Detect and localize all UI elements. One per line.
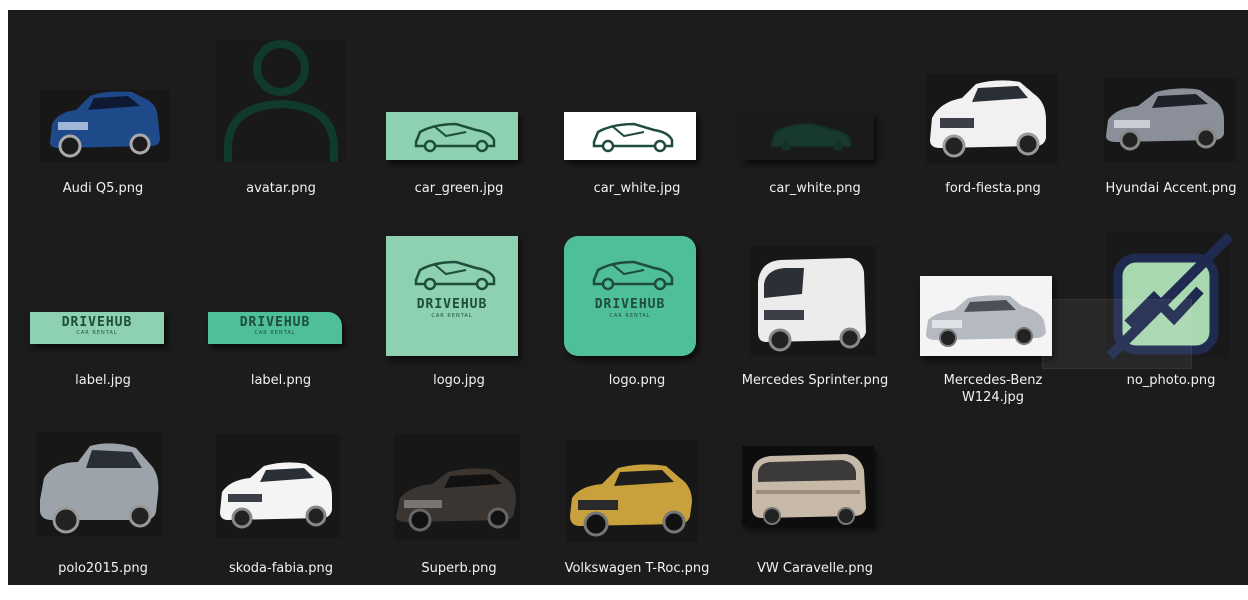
file-name: label.png [250, 373, 312, 388]
file-name: Audi Q5.png [62, 181, 144, 196]
white-hatchback-image [206, 420, 356, 552]
grey-sedan-image [1096, 40, 1246, 172]
file-name: car_white.jpg [593, 181, 681, 196]
file-item-polo2015[interactable]: polo2015.png [28, 420, 178, 600]
minivan-image [740, 420, 890, 552]
file-item-label-jpg[interactable]: DRIVEHUB CAR RENTAL label.jpg [28, 232, 178, 412]
file-item-vw-t-roc[interactable]: Volkswagen T-Roc.png [562, 420, 712, 600]
file-name: Hyundai Accent.png [1105, 181, 1237, 196]
file-item-car-white-jpg[interactable]: car_white.jpg [562, 40, 712, 220]
file-item-avatar[interactable]: avatar.png [206, 40, 356, 220]
file-name: skoda-fabia.png [229, 561, 333, 576]
silver-hatchback-image [28, 420, 178, 552]
tagline-text: CAR RENTAL [609, 313, 651, 319]
file-item-vw-caravelle[interactable]: VW Caravelle.png [740, 420, 890, 600]
tagline-text: CAR RENTAL [76, 330, 118, 336]
file-name: Mercedes-Benz W124.jpg [943, 373, 1043, 405]
file-item-superb[interactable]: Superb.png [384, 420, 534, 600]
drivehub-label-image: DRIVEHUB CAR RENTAL [206, 232, 356, 364]
file-item-logo-png[interactable]: DRIVEHUB CAR RENTAL logo.png [562, 232, 712, 412]
file-name: VW Caravelle.png [756, 561, 874, 576]
file-name: no_photo.png [1126, 373, 1216, 388]
file-item-label-png[interactable]: DRIVEHUB CAR RENTAL label.png [206, 232, 356, 412]
file-item-hyundai-accent[interactable]: Hyundai Accent.png [1096, 40, 1246, 220]
dark-sedan-image [384, 420, 534, 552]
file-name: car_green.jpg [414, 181, 504, 196]
car-outline-green-image [384, 40, 534, 172]
file-item-audi-q5[interactable]: Audi Q5.png [28, 40, 178, 220]
file-item-skoda-fabia[interactable]: skoda-fabia.png [206, 420, 356, 600]
blue-suv-image [28, 40, 178, 172]
yellow-suv-image [562, 420, 712, 552]
file-name: Superb.png [421, 561, 497, 576]
file-item-car-green[interactable]: car_green.jpg [384, 40, 534, 220]
file-explorer-pane: Audi Q5.png avatar.png car_green.jpg car… [8, 10, 1248, 585]
file-name: logo.jpg [433, 373, 485, 388]
file-name: polo2015.png [58, 561, 148, 576]
person-avatar-icon [206, 40, 356, 172]
file-name: label.jpg [75, 373, 131, 388]
file-name: avatar.png [246, 181, 316, 196]
file-item-car-white-png[interactable]: car_white.png [740, 40, 890, 220]
file-name: logo.png [608, 373, 666, 388]
tagline-text: CAR RENTAL [254, 330, 296, 336]
white-hatchback-image [918, 40, 1068, 172]
file-item-mercedes-sprinter[interactable]: Mercedes Sprinter.png [740, 232, 890, 412]
file-item-ford-fiesta[interactable]: ford-fiesta.png [918, 40, 1068, 220]
drivehub-logo-image: DRIVEHUB CAR RENTAL [562, 232, 712, 364]
car-outline-white-image [562, 40, 712, 172]
white-van-image [740, 232, 890, 364]
brand-text: DRIVEHUB [61, 315, 133, 330]
drivehub-label-image: DRIVEHUB CAR RENTAL [28, 232, 178, 364]
car-outline-dark-image [740, 40, 890, 172]
file-name: ford-fiesta.png [945, 181, 1041, 196]
drivehub-logo-image: DRIVEHUB CAR RENTAL [384, 232, 534, 364]
brand-text: DRIVEHUB [416, 297, 488, 312]
brand-text: DRIVEHUB [594, 297, 666, 312]
hover-tooltip-ghost [1042, 299, 1192, 369]
tagline-text: CAR RENTAL [431, 313, 473, 319]
file-item-logo-jpg[interactable]: DRIVEHUB CAR RENTAL logo.jpg [384, 232, 534, 412]
file-name: car_white.png [769, 181, 861, 196]
file-name: Mercedes Sprinter.png [741, 373, 889, 388]
brand-text: DRIVEHUB [239, 315, 311, 330]
file-name: Volkswagen T-Roc.png [564, 561, 710, 576]
